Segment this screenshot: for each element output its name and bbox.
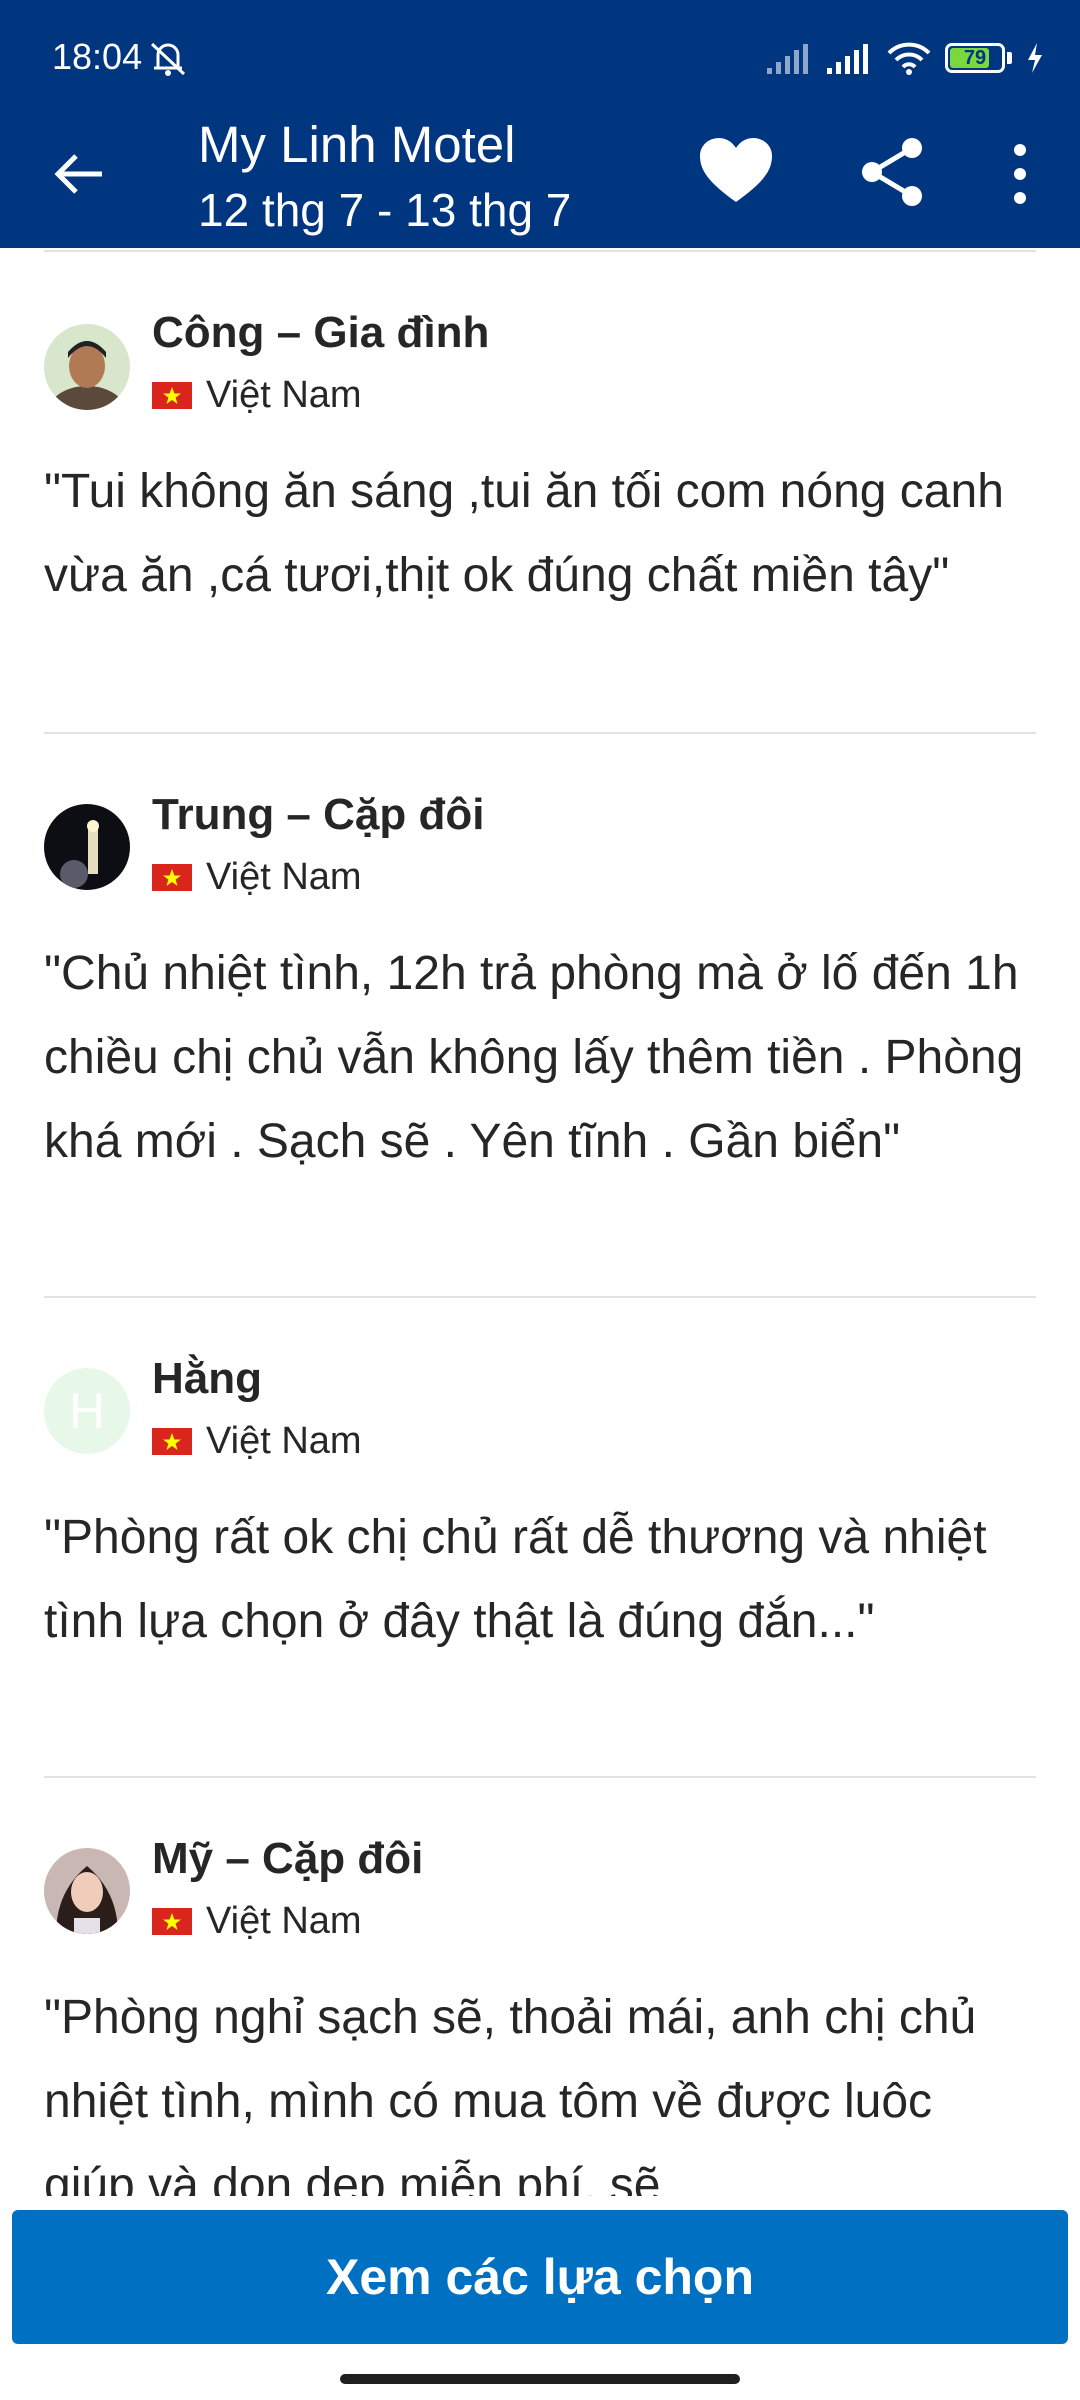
review-text: "Phòng rất ok chị chủ rất dễ thương và n… [44, 1511, 987, 1648]
share-icon[interactable] [858, 136, 926, 208]
country-label: Việt Nam [206, 856, 362, 898]
signal-icon [827, 44, 868, 74]
app-bar: 18:04 79 My Linh Motel 12 thg 7 - 13 thg… [0, 0, 1080, 248]
signal-weak-icon [767, 44, 808, 74]
back-arrow-icon[interactable] [44, 138, 116, 210]
review-item: Trung – Cặp đôi Việt Nam "Chủ nhiệt tình… [0, 734, 1080, 1296]
home-indicator[interactable] [340, 2374, 740, 2384]
reviewer-name: Công – Gia đình [152, 308, 490, 357]
avatar-initial: H [44, 1368, 130, 1454]
review-item: H Hằng Việt Nam "Phòng rất ok chị chủ rấ… [0, 1298, 1080, 1776]
reviewer-name: Hằng [152, 1354, 262, 1403]
bottom-action-bar: Xem các lựa chọn [0, 2196, 1080, 2400]
stay-dates: 12 thg 7 - 13 thg 7 [198, 184, 572, 236]
avatar [44, 804, 130, 890]
vietnam-flag-icon [152, 382, 192, 409]
avatar [44, 1848, 130, 1934]
mute-bell-icon [150, 42, 186, 76]
heart-icon[interactable] [698, 136, 774, 206]
review-text: "Phòng nghỉ sạch sẽ, thoải mái, anh chị … [44, 1991, 977, 2212]
header-title-block: My Linh Motel 12 thg 7 - 13 thg 7 [198, 112, 571, 242]
review-list[interactable]: Công – Gia đình Việt Nam "Tui không ăn s… [0, 248, 1080, 2212]
see-options-button[interactable]: Xem các lựa chọn [12, 2210, 1068, 2344]
reviewer-country: Việt Nam [152, 1900, 362, 1943]
reviewer-country: Việt Nam [152, 856, 362, 899]
avatar [44, 324, 130, 410]
country-label: Việt Nam [206, 374, 362, 416]
avatar-initial-letter: H [68, 1383, 106, 1439]
vietnam-flag-icon [152, 864, 192, 891]
reviewer-name: Trung – Cặp đôi [152, 790, 485, 839]
review-item: Mỹ – Cặp đôi Việt Nam "Phòng nghỉ sạch s… [0, 1778, 1080, 2212]
wifi-icon [887, 42, 931, 75]
status-icons: 79 [767, 36, 1044, 80]
reviewer-country: Việt Nam [152, 1420, 362, 1463]
status-bar: 18:04 79 [0, 0, 1080, 116]
battery-icon: 79 [945, 43, 1012, 73]
status-time: 18:04 [52, 36, 143, 77]
more-vertical-icon[interactable] [1000, 140, 1040, 212]
reviewer-name: Mỹ – Cặp đôi [152, 1834, 424, 1883]
review-text: "Tui không ăn sáng ,tui ăn tối com nóng … [44, 465, 1004, 602]
vietnam-flag-icon [152, 1428, 192, 1455]
review-item: Công – Gia đình Việt Nam "Tui không ăn s… [0, 252, 1080, 732]
review-text: "Chủ nhiệt tình, 12h trả phòng mà ở lố đ… [44, 947, 1024, 1168]
charging-icon [1028, 43, 1042, 73]
hotel-title: My Linh Motel [198, 116, 516, 173]
country-label: Việt Nam [206, 1900, 362, 1942]
vietnam-flag-icon [152, 1908, 192, 1935]
reviewer-country: Việt Nam [152, 374, 362, 417]
battery-level: 79 [963, 47, 987, 69]
country-label: Việt Nam [206, 1420, 362, 1462]
